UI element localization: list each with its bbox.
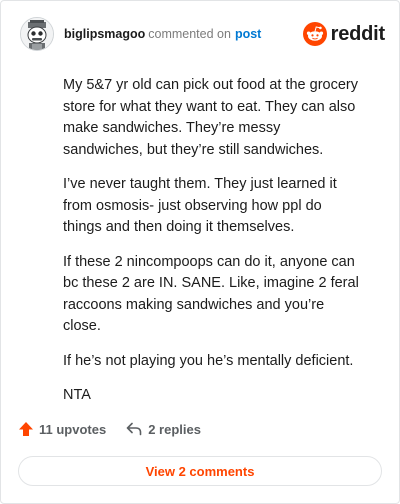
replies-count: 2 replies: [148, 421, 201, 437]
view-comments-button[interactable]: View 2 comments: [18, 456, 382, 486]
username-link[interactable]: biglipsmagoo: [64, 27, 145, 41]
upvote-count: 11 upvotes: [39, 421, 107, 437]
action-text: commented on: [148, 27, 231, 41]
comment-paragraph: I’ve never taught them. They just learne…: [63, 176, 337, 235]
comment-header: biglipsmagoo commented on post reddit: [20, 17, 385, 51]
comment-body: My 5&7 yr old can pick out food at the g…: [63, 75, 363, 420]
reddit-wordmark: reddit: [330, 22, 386, 45]
reddit-brand-link[interactable]: reddit: [302, 22, 386, 46]
user-avatar[interactable]: [20, 17, 54, 51]
reddit-logo-icon: [302, 22, 327, 46]
comment-footer: 11 upvotes 2 replies: [18, 421, 201, 437]
comment-paragraph: If these 2 nincompoops can do it, anyone…: [63, 253, 359, 335]
snoo-avatar-icon: [21, 18, 53, 50]
replies-button[interactable]: 2 replies: [126, 422, 201, 437]
post-link[interactable]: post: [235, 27, 261, 41]
comment-byline: biglipsmagoo commented on post: [64, 27, 303, 41]
comment-embed-card: biglipsmagoo commented on post reddit My 5…: [0, 0, 400, 504]
reply-arrow-icon: [126, 422, 142, 436]
upvote-button[interactable]: 11 upvotes: [18, 421, 106, 437]
upvote-arrow-icon: [19, 422, 33, 436]
comment-paragraph: If he’s not playing you he’s mentally de…: [63, 352, 354, 369]
comment-paragraph: My 5&7 yr old can pick out food at the g…: [63, 77, 358, 158]
comment-paragraph: NTA: [63, 387, 91, 403]
